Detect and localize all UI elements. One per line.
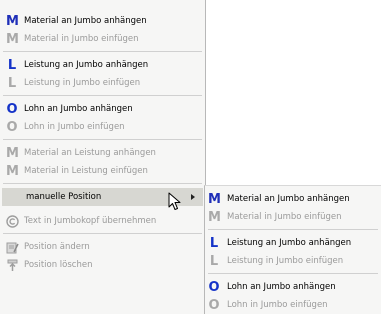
leistung-icon: L [209, 235, 219, 251]
menu-separator [3, 95, 202, 96]
menu-item-label: Leistung an Jumbo anhängen [24, 60, 149, 70]
material-icon: M [6, 163, 19, 179]
leistung-icon: L [209, 253, 219, 269]
menu-item-material-in-jumbo-einfuegen[interactable]: M Material in Jumbo einfügen [0, 30, 205, 48]
edit-icon [6, 241, 19, 254]
submenu-arrow-icon [191, 194, 195, 200]
menu-item-label: Material an Jumbo anhängen [24, 16, 147, 26]
menu-item-leistung-in-jumbo-einfuegen[interactable]: L Leistung in Jumbo einfügen [0, 74, 205, 92]
menu-item-material-an-jumbo-anhaengen[interactable]: M Material an Jumbo anhängen [0, 12, 205, 30]
material-icon: M [6, 13, 19, 29]
material-icon: M [208, 191, 221, 207]
submenu-item-leistung-in-jumbo-einfuegen[interactable]: L Leistung in Jumbo einfügen [205, 252, 381, 270]
delete-icon [6, 259, 18, 272]
menu-item-label: Material an Leistung anhängen [24, 148, 156, 158]
menu-item-label: Material in Jumbo einfügen [227, 212, 342, 222]
submenu-item-material-in-jumbo-einfuegen[interactable]: M Material in Jumbo einfügen [205, 208, 381, 226]
menu-separator [208, 229, 378, 230]
menu-item-label: manuelle Position [26, 192, 102, 202]
menu-item-label: Position löschen [24, 260, 93, 270]
lohn-icon: O [208, 297, 220, 313]
submenu-item-leistung-an-jumbo-anhaengen[interactable]: L Leistung an Jumbo anhängen [205, 234, 381, 252]
menu-item-label: Leistung an Jumbo anhängen [227, 238, 352, 248]
menu-item-label: Material in Leistung einfügen [24, 166, 148, 176]
mouse-cursor-icon [168, 192, 182, 215]
submenu-item-material-an-jumbo-anhaengen[interactable]: M Material an Jumbo anhängen [205, 190, 381, 208]
menu-item-leistung-an-jumbo-anhaengen[interactable]: L Leistung an Jumbo anhängen [0, 56, 205, 74]
lohn-icon: O [6, 119, 18, 135]
menu-item-label: Material an Jumbo anhängen [227, 194, 350, 204]
menu-separator [3, 139, 202, 140]
menu-item-lohn-an-jumbo-anhaengen[interactable]: O Lohn an Jumbo anhängen [0, 100, 205, 118]
menu-item-label: Lohn an Jumbo anhängen [227, 282, 336, 292]
lohn-icon: O [208, 279, 220, 295]
menu-item-label: Lohn an Jumbo anhängen [24, 104, 133, 114]
menu-separator [208, 273, 378, 274]
leistung-icon: L [7, 75, 17, 91]
menu-item-lohn-in-jumbo-einfuegen[interactable]: O Lohn in Jumbo einfügen [0, 118, 205, 136]
menu-item-position-aendern[interactable]: Position ändern [0, 238, 205, 256]
material-icon: M [208, 209, 221, 225]
context-menu: M Material an Jumbo anhängen M Material … [0, 0, 206, 314]
menu-separator [3, 233, 202, 234]
submenu-item-lohn-in-jumbo-einfuegen[interactable]: O Lohn in Jumbo einfügen [205, 296, 381, 314]
submenu-manuelle-position: M Material an Jumbo anhängen M Material … [204, 185, 381, 314]
menu-item-label: Position ändern [24, 242, 90, 252]
submenu-item-lohn-an-jumbo-anhaengen[interactable]: O Lohn an Jumbo anhängen [205, 278, 381, 296]
menu-item-label: Lohn in Jumbo einfügen [227, 300, 328, 310]
material-icon: M [6, 145, 19, 161]
menu-item-label: Lohn in Jumbo einfügen [24, 122, 125, 132]
menu-separator [3, 51, 202, 52]
menu-item-material-an-leistung-anhaengen[interactable]: M Material an Leistung anhängen [0, 144, 205, 162]
material-icon: M [6, 31, 19, 47]
leistung-icon: L [7, 57, 17, 73]
copyright-icon [6, 214, 19, 228]
menu-item-material-in-leistung-einfuegen[interactable]: M Material in Leistung einfügen [0, 162, 205, 180]
menu-separator [3, 183, 202, 184]
menu-item-label: Text in Jumbokopf übernehmen [24, 216, 157, 226]
menu-item-position-loeschen[interactable]: Position löschen [0, 256, 205, 274]
menu-item-label: Material in Jumbo einfügen [24, 34, 139, 44]
menu-item-label: Leistung in Jumbo einfügen [227, 256, 344, 266]
menu-item-label: Leistung in Jumbo einfügen [24, 78, 141, 88]
lohn-icon: O [6, 101, 18, 117]
